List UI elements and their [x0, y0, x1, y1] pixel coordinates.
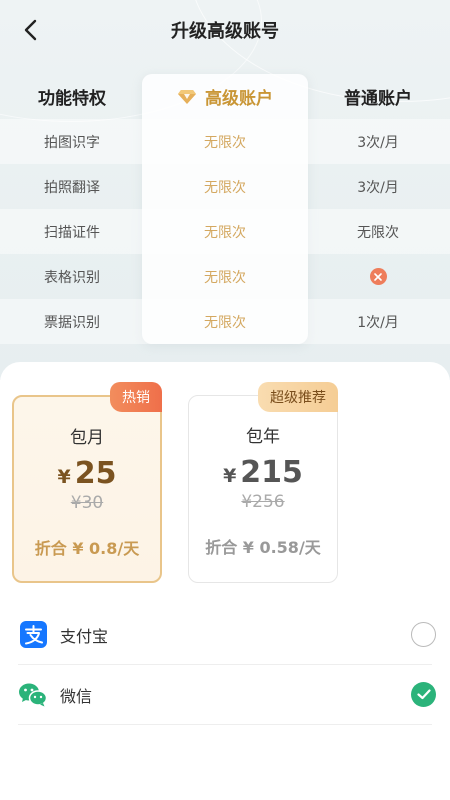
premium-value: 无限次 [204, 224, 246, 241]
back-button[interactable] [14, 13, 48, 47]
table-row: 拍照翻译 无限次 3次/月 [0, 164, 450, 209]
basic-value-unavailable [306, 254, 450, 299]
plan-price: ¥215 [189, 455, 337, 490]
header: 升级高级账号 [0, 0, 450, 60]
plan-daily-price: 折合 ¥ 0.8/天 [34, 539, 140, 558]
feature-comparison-table: 功能特权 高级账户 普通账户 拍图识字 无限次 3次/月 拍照翻译 无限次 3次… [0, 74, 450, 344]
check-icon [416, 689, 431, 700]
feature-name: 拍照翻译 [44, 179, 100, 196]
feature-name: 拍图识字 [44, 134, 100, 151]
basic-value: 3次/月 [357, 134, 399, 151]
plan-daily-price: 折合 ¥ 0.58/天 [205, 538, 321, 557]
alipay-icon [18, 620, 48, 650]
table-row: 票据识别 无限次 1次/月 [0, 299, 450, 344]
wechat-radio[interactable] [411, 682, 436, 707]
feature-name: 扫描证件 [44, 224, 100, 241]
plan-name: 包年 [246, 427, 280, 447]
header-feature: 功能特权 [38, 89, 106, 109]
plan-price-value: 25 [74, 456, 117, 491]
plan-original-price: ¥256 [241, 492, 285, 512]
header-premium: 高级账户 [142, 74, 308, 119]
alipay-radio[interactable] [411, 622, 436, 647]
page-title: 升级高级账号 [171, 21, 279, 42]
currency-symbol: ¥ [57, 466, 71, 488]
basic-value: 无限次 [357, 224, 399, 241]
header-basic: 普通账户 [344, 89, 412, 109]
basic-value: 1次/月 [357, 314, 399, 331]
plan-price-value: 215 [240, 455, 303, 490]
plan-original-price: ¥30 [70, 493, 104, 513]
table-row: 扫描证件 无限次 无限次 [0, 209, 450, 254]
payment-option-alipay[interactable]: 支付宝 [18, 605, 436, 665]
wechat-icon [18, 680, 48, 710]
premium-value: 无限次 [204, 269, 246, 286]
table-header-row: 功能特权 高级账户 普通账户 [0, 74, 450, 119]
premium-value: 无限次 [204, 314, 246, 331]
table-row: 拍图识字 无限次 3次/月 [0, 119, 450, 164]
premium-value: 无限次 [204, 179, 246, 196]
plan-yearly-card[interactable]: 超级推荐 包年 ¥215 ¥256 折合 ¥ 0.58/天 [188, 382, 338, 583]
basic-value: 3次/月 [357, 179, 399, 196]
close-icon [369, 268, 387, 285]
plan-price: ¥25 [14, 456, 160, 491]
chevron-left-icon [24, 19, 37, 41]
table-row: 表格识别 无限次 [0, 254, 450, 299]
hot-sale-badge: 热销 [110, 382, 162, 412]
recommended-badge: 超级推荐 [258, 382, 338, 412]
feature-name: 表格识别 [44, 269, 100, 286]
header-premium-label: 高级账户 [205, 89, 273, 109]
feature-name: 票据识别 [44, 314, 100, 331]
diamond-icon [177, 89, 197, 105]
premium-value: 无限次 [204, 134, 246, 151]
payment-option-wechat[interactable]: 微信 [18, 665, 436, 725]
plan-monthly-card[interactable]: 热销 包月 ¥25 ¥30 折合 ¥ 0.8/天 [12, 382, 162, 583]
currency-symbol: ¥ [223, 465, 237, 487]
payment-label: 微信 [60, 686, 93, 706]
plan-name: 包月 [70, 428, 104, 448]
payment-label: 支付宝 [60, 626, 109, 646]
